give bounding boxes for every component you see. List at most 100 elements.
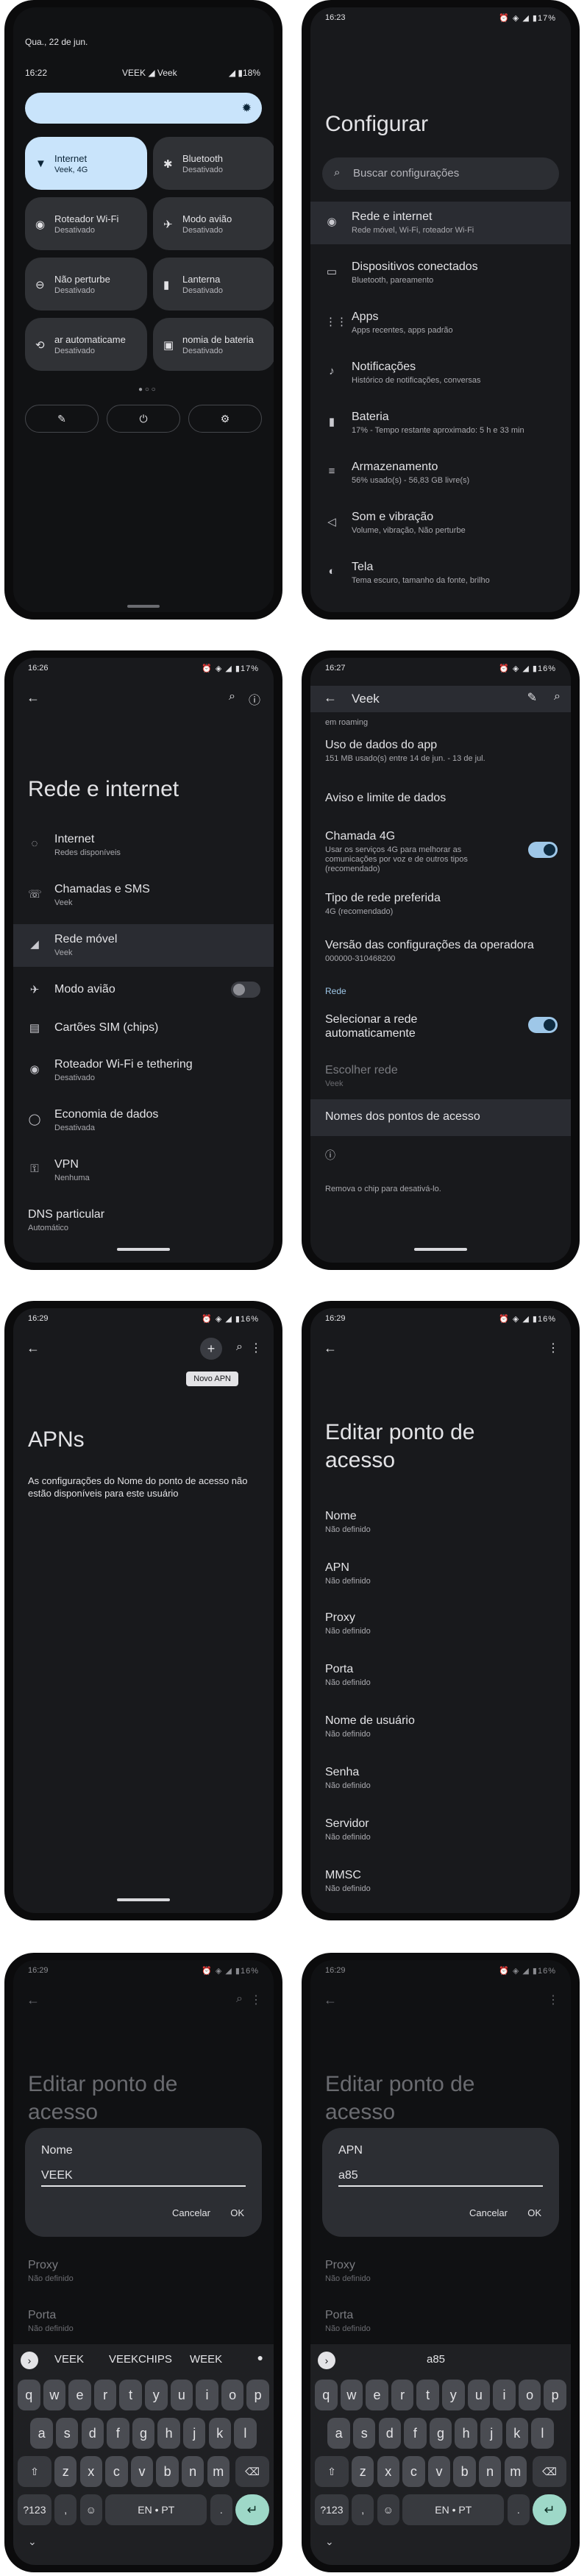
dialog-input[interactable]: VEEK: [41, 2165, 246, 2187]
key-t[interactable]: t: [119, 2380, 142, 2410]
space-key[interactable]: EN • PT: [402, 2494, 505, 2525]
network-item-vpn[interactable]: ⚿ VPN Nenhuma: [13, 1149, 274, 1192]
add-apn-button[interactable]: +: [200, 1338, 222, 1360]
settings-item-sound[interactable]: ◁ Som e vibração Volume, vibração, Não per…: [310, 502, 571, 544]
key-u[interactable]: u: [170, 2380, 193, 2410]
key-v[interactable]: v: [130, 2456, 154, 2487]
suggestion-3[interactable]: WEEK: [190, 2353, 222, 2366]
key-o[interactable]: o: [221, 2380, 244, 2410]
dialog-input[interactable]: a85: [338, 2165, 543, 2187]
key-m[interactable]: m: [207, 2456, 230, 2487]
tile-bluetooth[interactable]: ✱ Bluetooth Desativado: [153, 137, 274, 190]
item-app-data-usage[interactable]: Uso de dados do app 151 MB usado(s) entre…: [310, 730, 571, 773]
item-preferred-network[interactable]: Tipo de rede preferida 4G (recomendado): [310, 883, 571, 926]
suggestion-2[interactable]: VEEKCHIPS: [109, 2353, 172, 2366]
network-item-sim[interactable]: ▤ Cartões SIM (chips): [13, 1008, 274, 1051]
item-carrier-config[interactable]: Versão das configurações da operadora 000…: [310, 930, 571, 973]
keyboard-hide-icon[interactable]: ⌄: [325, 2536, 334, 2548]
key-f[interactable]: f: [107, 2418, 129, 2449]
key-q[interactable]: q: [315, 2380, 338, 2410]
field-server[interactable]: Servidor Não definido: [310, 1809, 571, 1851]
settings-item-storage[interactable]: ≡ Armazenamento 56% usado(s) - 56,83 GB li…: [310, 452, 571, 494]
key-d[interactable]: d: [378, 2418, 402, 2449]
key-u[interactable]: u: [467, 2380, 491, 2410]
network-item-dns[interactable]: DNS particular Automático: [13, 1199, 274, 1242]
key-j[interactable]: j: [182, 2418, 206, 2449]
field-username[interactable]: Nome de usuário Não definido: [310, 1706, 571, 1748]
enter-key[interactable]: ↵: [235, 2494, 269, 2525]
settings-item-display[interactable]: ◐ Tela Tema escuro, tamanho da fonte, bril…: [310, 552, 571, 595]
settings-item-battery[interactable]: ▮ Bateria 17% - Tempo restante aproximado:…: [310, 402, 571, 444]
emoji-key[interactable]: ☺: [377, 2494, 400, 2525]
shift-key[interactable]: ⇧: [18, 2456, 51, 2487]
key-x[interactable]: x: [377, 2456, 400, 2487]
tile-hotspot[interactable]: ◉ Roteador Wi-Fi Desativado: [25, 197, 147, 250]
key-i[interactable]: i: [196, 2380, 218, 2410]
settings-item-apps[interactable]: ⋮⋮ Apps Apps recentes, apps padrão: [310, 302, 571, 344]
key-a[interactable]: a: [327, 2418, 350, 2449]
network-item-mobile[interactable]: ◢ Rede móvel Veek: [13, 924, 274, 967]
key-c[interactable]: c: [402, 2456, 425, 2487]
overflow-menu-icon[interactable]: ⋮: [547, 1993, 559, 2007]
key-h[interactable]: h: [157, 2418, 180, 2449]
ok-button[interactable]: OK: [527, 2207, 541, 2218]
item-4g-calling[interactable]: Chamada 4G Usar os serviços 4G para melh…: [310, 821, 571, 880]
cancel-button[interactable]: Cancelar: [469, 2207, 508, 2218]
key-t[interactable]: t: [416, 2380, 439, 2410]
item-auto-network[interactable]: Selecionar a rede automaticamente: [310, 1004, 571, 1046]
tile-internet[interactable]: ▼ Internet Veek, 4G: [25, 137, 147, 190]
item-apn[interactable]: Nomes dos pontos de acesso: [310, 1099, 571, 1136]
key-z[interactable]: z: [54, 2456, 77, 2487]
gesture-bar[interactable]: [414, 1248, 467, 1251]
auto-network-toggle[interactable]: [528, 1017, 558, 1033]
key-s[interactable]: s: [352, 2418, 376, 2449]
key-j[interactable]: j: [480, 2418, 503, 2449]
key-n[interactable]: n: [181, 2456, 204, 2487]
network-item-datasaver[interactable]: ◯ Economia de dados Desativada: [13, 1099, 274, 1142]
tile-battery-saver[interactable]: ▣ nomia de bateria Desativado: [153, 318, 274, 371]
search-icon[interactable]: ⌕: [229, 690, 235, 703]
keyboard-hide-icon[interactable]: ⌄: [28, 2536, 37, 2548]
key-b[interactable]: b: [156, 2456, 179, 2487]
pencil-icon[interactable]: ✎: [527, 690, 537, 705]
key-y[interactable]: y: [145, 2380, 168, 2410]
key-e[interactable]: e: [366, 2380, 388, 2410]
suggestion-1[interactable]: VEEK: [54, 2353, 84, 2366]
key-h[interactable]: h: [455, 2418, 477, 2449]
airplane-toggle[interactable]: [231, 982, 260, 998]
field-password[interactable]: Senha Não definido: [310, 1757, 571, 1800]
symbols-key[interactable]: ?123: [18, 2494, 51, 2525]
enter-key[interactable]: ↵: [533, 2494, 566, 2525]
ok-button[interactable]: OK: [230, 2207, 244, 2218]
power-button[interactable]: ⏻: [107, 405, 180, 433]
key-z[interactable]: z: [351, 2456, 374, 2487]
tile-autorotate[interactable]: ⟲ ar automaticame Desativado: [25, 318, 147, 371]
key-w[interactable]: w: [340, 2380, 363, 2410]
settings-item-devices[interactable]: ▭ Dispositivos conectados Bluetooth, parea…: [310, 252, 571, 294]
key-d[interactable]: d: [81, 2418, 104, 2449]
field-mmsc[interactable]: MMSC Não definido: [310, 1860, 571, 1903]
network-item-hotspot[interactable]: ◉ Roteador Wi-Fi e tethering Desativado: [13, 1049, 274, 1092]
key-q[interactable]: q: [18, 2380, 40, 2410]
key-o[interactable]: o: [518, 2380, 541, 2410]
key-i[interactable]: i: [493, 2380, 516, 2410]
key-a[interactable]: a: [30, 2418, 53, 2449]
key-e[interactable]: e: [68, 2380, 91, 2410]
4g-calling-toggle[interactable]: [528, 842, 558, 858]
key-r[interactable]: r: [391, 2380, 414, 2410]
search-icon[interactable]: ⌕: [236, 1341, 243, 1354]
key-c[interactable]: c: [105, 2456, 128, 2487]
back-arrow-icon[interactable]: ←: [324, 690, 337, 706]
back-arrow-icon[interactable]: ←: [324, 1341, 337, 1356]
space-key[interactable]: EN • PT: [105, 2494, 207, 2525]
key-k[interactable]: k: [505, 2418, 529, 2449]
symbols-key[interactable]: ?123: [315, 2494, 349, 2525]
overflow-menu-icon[interactable]: ⋮: [250, 1993, 262, 2007]
cancel-button[interactable]: Cancelar: [172, 2207, 210, 2218]
overflow-menu-icon[interactable]: ⋮: [547, 1341, 559, 1355]
gesture-bar[interactable]: [117, 1248, 170, 1251]
key-x[interactable]: x: [79, 2456, 103, 2487]
key-b[interactable]: b: [453, 2456, 476, 2487]
emoji-key[interactable]: ☺: [79, 2494, 103, 2525]
key-n[interactable]: n: [478, 2456, 502, 2487]
